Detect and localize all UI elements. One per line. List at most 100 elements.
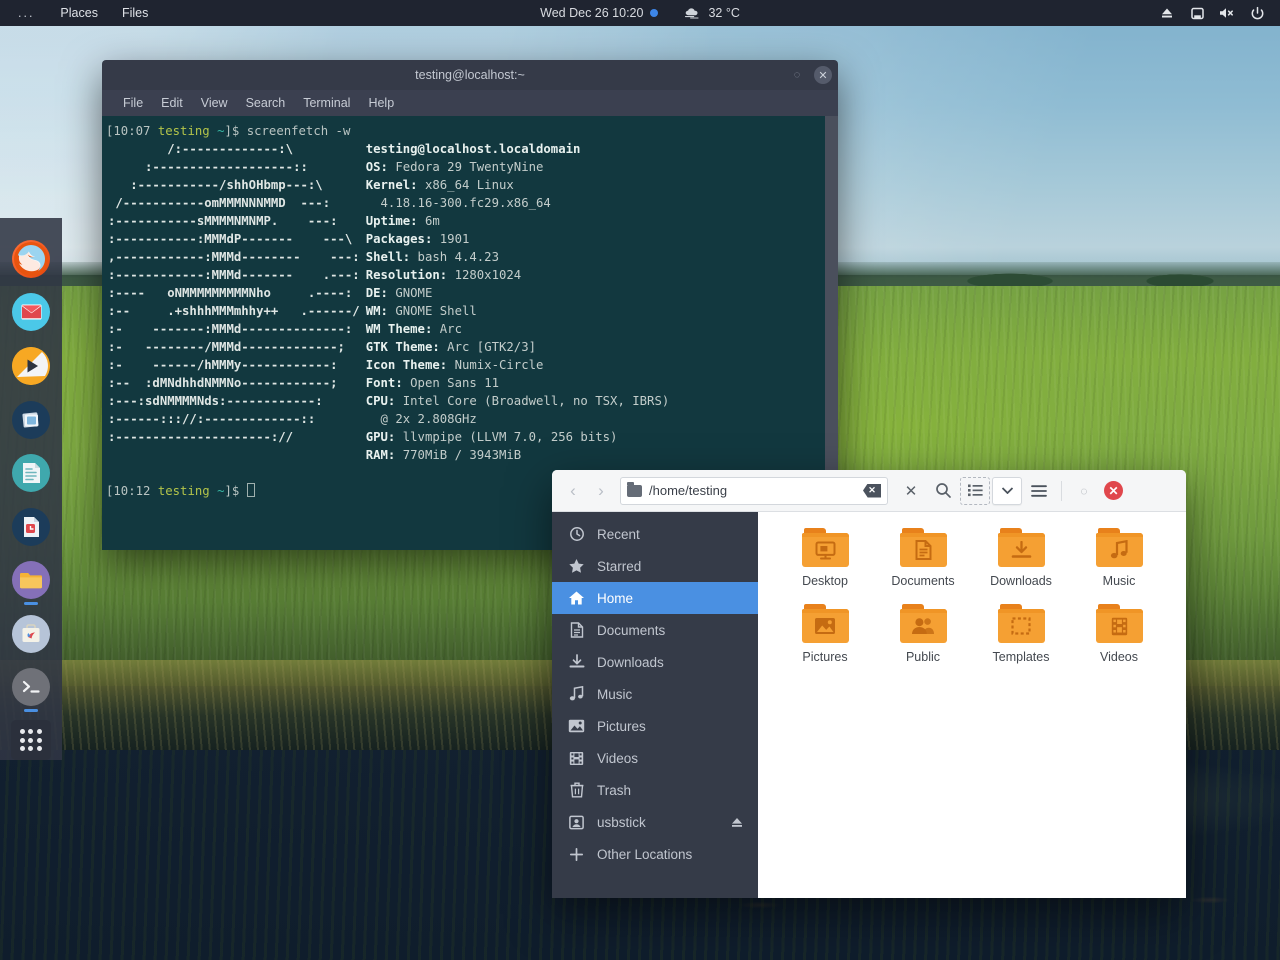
places-sidebar: Recent Starred Home Documents Downloads Music… <box>552 512 758 898</box>
sidebar-item-label: Other Locations <box>597 846 693 862</box>
system-info-value: Open Sans 11 <box>410 376 499 390</box>
sidebar-item-label: Home <box>597 590 634 606</box>
grid-dot <box>19 746 25 752</box>
clear-icon[interactable]: ✕ <box>863 483 881 498</box>
terminal-command-line: [10:07 testing ~]$ screenfetch -w <box>106 124 351 138</box>
files-app-menu[interactable]: Files <box>110 0 160 26</box>
system-info-value: 6m <box>424 214 440 228</box>
view-options-icon[interactable] <box>992 476 1022 505</box>
file-item-videos[interactable]: Videos <box>1070 604 1168 664</box>
search-icon[interactable] <box>928 477 958 505</box>
system-info-row: GTK Theme: Arc [GTK2/3] <box>366 338 670 356</box>
location-entry[interactable]: /home/testing ✕ <box>620 476 888 505</box>
sidebar-item-downloads[interactable]: Downloads <box>552 646 758 678</box>
system-info-row: WM Theme: Arc <box>366 320 670 338</box>
document-icon <box>568 622 585 638</box>
clock-icon <box>568 526 585 542</box>
system-info-key: Shell: <box>365 250 411 264</box>
system-info-key: CPU: <box>365 394 396 408</box>
file-icon-view[interactable]: Desktop Documents Downloads Music Pictures Pu… <box>758 512 1186 898</box>
menu-terminal[interactable]: Terminal <box>294 96 359 110</box>
document-glyph <box>900 536 947 564</box>
file-item-label: Documents <box>891 574 955 588</box>
system-info-value: 770MiB / 3943MiB <box>402 448 522 462</box>
system-info-value: x86_64 Linux <box>424 178 514 192</box>
system-info-value: Fedora 29 TwentyNine <box>395 160 544 174</box>
file-item-documents[interactable]: Documents <box>874 528 972 588</box>
system-info-host: testing@localhost.localdomain <box>366 140 670 158</box>
sidebar-item-starred[interactable]: Starred <box>552 550 758 582</box>
menu-help[interactable]: Help <box>359 96 403 110</box>
dock-item-terminal[interactable] <box>0 661 62 715</box>
menu-file[interactable]: File <box>114 96 152 110</box>
folder-icon <box>899 528 947 567</box>
dock-item-software-store[interactable] <box>0 607 62 661</box>
file-item-desktop[interactable]: Desktop <box>776 528 874 588</box>
software-store-icon <box>12 614 50 653</box>
list-view-icon[interactable] <box>960 476 990 505</box>
sidebar-item-label: Starred <box>597 558 642 574</box>
sidebar-item-recent[interactable]: Recent <box>552 518 758 550</box>
sidebar-item-other-locations[interactable]: Other Locations <box>552 838 758 870</box>
dock-item-mail[interactable] <box>0 286 62 340</box>
sidebar-item-music[interactable]: Music <box>552 678 758 710</box>
weather-indicator[interactable]: 32 °C <box>684 6 740 20</box>
dock-item-files[interactable] <box>0 553 62 607</box>
folder-icon <box>899 604 947 643</box>
show-applications-button[interactable] <box>11 720 51 760</box>
back-button[interactable]: ‹ <box>560 477 586 505</box>
files-window[interactable]: ‹ › /home/testing ✕ ✕ ◌ ✕ Recent Starred… <box>552 470 1186 898</box>
dock-item-office-document[interactable] <box>0 500 62 554</box>
menu-icon[interactable] <box>1024 477 1054 505</box>
sidebar-item-home[interactable]: Home <box>552 582 758 614</box>
file-item-music[interactable]: Music <box>1070 528 1168 588</box>
clock-button[interactable]: Wed Dec 26 10:20 <box>540 6 659 20</box>
status-menu-button[interactable] <box>1182 0 1272 26</box>
sidebar-item-trash[interactable]: Trash <box>552 774 758 806</box>
grid-dot <box>19 729 25 734</box>
system-info-row: Shell: bash 4.4.23 <box>366 248 670 266</box>
file-item-pictures[interactable]: Pictures <box>776 604 874 664</box>
office-document-icon <box>12 507 50 546</box>
sidebar-item-documents[interactable]: Documents <box>552 614 758 646</box>
terminal-titlebar[interactable]: testing@localhost:~ ◌ ✕ <box>102 60 838 90</box>
system-info-key: RAM: <box>365 448 396 462</box>
prompt-user-2: testing <box>157 484 210 498</box>
menu-search[interactable]: Search <box>237 96 295 110</box>
sidebar-item-videos[interactable]: Videos <box>552 742 758 774</box>
minimize-icon[interactable]: ◌ <box>788 66 806 84</box>
sidebar-item-usbstick[interactable]: usbstick <box>552 806 758 838</box>
file-item-label: Templates <box>992 650 1050 664</box>
eject-icon[interactable] <box>730 816 744 829</box>
sidebar-item-pictures[interactable]: Pictures <box>552 710 758 742</box>
folder-icon <box>1095 528 1143 567</box>
sidebar-item-label: Pictures <box>597 718 646 734</box>
activities-button[interactable]: ... <box>0 0 48 26</box>
sidebar-item-label: Downloads <box>597 654 664 670</box>
forward-button[interactable]: › <box>588 477 614 505</box>
stop-icon[interactable]: ✕ <box>896 477 926 505</box>
file-item-downloads[interactable]: Downloads <box>972 528 1070 588</box>
header-divider <box>1061 480 1062 501</box>
top-bar-left-menus: ... Places Files <box>0 0 160 26</box>
dock-item-firefox[interactable] <box>0 232 62 286</box>
close-icon[interactable]: ✕ <box>814 66 832 84</box>
picture-icon <box>568 719 585 733</box>
dock-item-text-editor[interactable] <box>0 446 62 500</box>
system-info-key: OS: <box>365 160 388 174</box>
people-glyph <box>900 612 947 640</box>
system-info-row: Kernel: x86_64 Linux <box>366 176 670 194</box>
file-item-templates[interactable]: Templates <box>972 604 1070 664</box>
file-item-public[interactable]: Public <box>874 604 972 664</box>
maximize-icon[interactable]: ◌ <box>1069 477 1099 505</box>
system-info-key: Uptime: <box>365 214 418 228</box>
system-info-value: 1280x1024 <box>454 268 522 282</box>
menu-view[interactable]: View <box>192 96 237 110</box>
dock-item-video-player[interactable] <box>0 339 62 393</box>
desktop-glyph <box>802 536 849 564</box>
close-icon[interactable]: ✕ <box>1104 481 1123 500</box>
eject-icon[interactable] <box>1152 0 1182 26</box>
dock-item-image-viewer[interactable] <box>0 393 62 447</box>
menu-edit[interactable]: Edit <box>152 96 192 110</box>
places-menu[interactable]: Places <box>48 0 110 26</box>
